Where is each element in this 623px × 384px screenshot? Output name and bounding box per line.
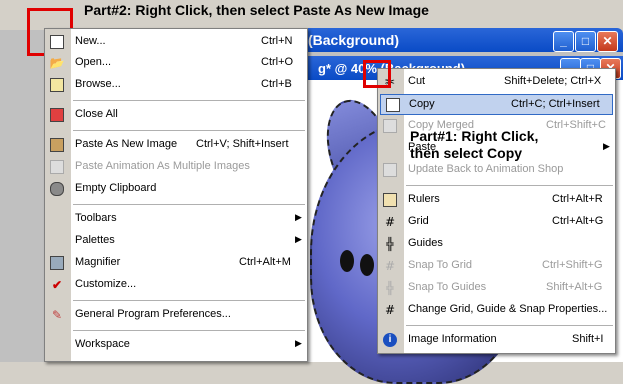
part1-line1: Part#1: Right Click, [410, 128, 539, 144]
submenu-arrow-icon: ▶ [295, 338, 302, 348]
menu-item-grid[interactable]: # Grid Ctrl+Alt+G [378, 212, 615, 232]
part1-line2: then select Copy [410, 145, 523, 161]
menu-item-browse[interactable]: Browse... Ctrl+B [45, 75, 307, 95]
magnifier-icon [49, 255, 65, 271]
menu-item-magnifier[interactable]: Magnifier Ctrl+Alt+M [45, 253, 307, 273]
paste-new-image-icon [49, 137, 65, 153]
menu-item-snap-to-grid[interactable]: # Snap To Grid Ctrl+Shift+G [378, 256, 615, 276]
guides-icon: ╬ [386, 237, 394, 251]
image-context-menu: ✂ Cut Shift+Delete; Ctrl+X Copy Ctrl+C; … [377, 68, 616, 354]
main-window-title: (Background) [308, 32, 399, 48]
checkmark-icon: ✔ [51, 278, 63, 292]
part1-annotation: Part#1: Right Click, then select Copy [410, 128, 538, 162]
menu-separator [73, 130, 305, 131]
minimize-button[interactable]: _ [553, 31, 574, 52]
snap-guides-icon: ╬ [386, 281, 394, 295]
menu-item-palettes[interactable]: Palettes ▶ [45, 231, 307, 251]
menu-item-cut[interactable]: ✂ Cut Shift+Delete; Ctrl+X [378, 72, 615, 92]
menu-item-grid-properties[interactable]: # Change Grid, Guide & Snap Properties..… [378, 300, 615, 320]
maximize-button[interactable]: □ [575, 31, 596, 52]
menu-separator [73, 204, 305, 205]
close-all-icon [49, 107, 65, 123]
menu-separator [73, 330, 305, 331]
rulers-icon [382, 192, 398, 208]
open-folder-icon: 📂 [49, 56, 65, 70]
grid-properties-icon: # [384, 303, 396, 317]
menu-item-customize[interactable]: ✔ Customize... [45, 275, 307, 295]
menu-item-close-all[interactable]: Close All [45, 105, 307, 125]
menu-item-open[interactable]: 📂 Open... Ctrl+O [45, 53, 307, 73]
menu-item-copy[interactable]: Copy Ctrl+C; Ctrl+Insert [380, 94, 613, 115]
menu-item-new[interactable]: New... Ctrl+N [45, 32, 307, 52]
new-document-icon [49, 34, 65, 50]
creature-eye-right [360, 254, 374, 276]
paste-animation-icon [49, 159, 65, 175]
menu-item-guides[interactable]: ╬ Guides [378, 234, 615, 254]
creature-eye-left [340, 250, 354, 272]
menu-item-snap-to-guides[interactable]: ╬ Snap To Guides Shift+Alt+G [378, 278, 615, 298]
menu-item-update-animation-shop[interactable]: Update Back to Animation Shop [378, 160, 615, 180]
submenu-arrow-icon: ▶ [603, 141, 610, 151]
preferences-icon: ✎ [51, 308, 63, 322]
menu-item-paste-as-new-image[interactable]: Paste As New Image Ctrl+V; Shift+Insert [45, 135, 307, 155]
close-button[interactable]: ✕ [597, 31, 618, 52]
part2-annotation: Part#2: Right Click, then select Paste A… [84, 2, 429, 18]
submenu-arrow-icon: ▶ [295, 234, 302, 244]
menu-separator [73, 300, 305, 301]
info-icon: i [382, 332, 398, 348]
menu-item-image-information[interactable]: i Image Information Shift+I [378, 330, 615, 350]
menu-separator [73, 100, 305, 101]
part1-highlight-box [363, 60, 391, 88]
menu-item-paste-animation[interactable]: Paste Animation As Multiple Images [45, 157, 307, 177]
empty-clipboard-icon [49, 181, 65, 197]
grid-icon: # [384, 215, 396, 229]
browse-icon [49, 77, 65, 93]
animation-shop-icon [382, 162, 398, 178]
menu-item-toolbars[interactable]: Toolbars ▶ [45, 209, 307, 229]
window-context-menu: New... Ctrl+N 📂 Open... Ctrl+O Browse...… [44, 28, 308, 362]
menu-item-empty-clipboard[interactable]: Empty Clipboard [45, 179, 307, 199]
menu-item-rulers[interactable]: Rulers Ctrl+Alt+R [378, 190, 615, 210]
menu-separator [406, 325, 613, 326]
menu-item-workspace[interactable]: Workspace ▶ [45, 335, 307, 355]
menu-separator [406, 185, 613, 186]
menu-item-general-preferences[interactable]: ✎ General Program Preferences... [45, 305, 307, 325]
copy-merged-icon [382, 118, 398, 134]
main-window-titlebar[interactable]: (Background) _ □ ✕ [300, 28, 623, 52]
copy-icon [385, 97, 401, 113]
snap-grid-icon: # [384, 259, 396, 273]
submenu-arrow-icon: ▶ [295, 212, 302, 222]
